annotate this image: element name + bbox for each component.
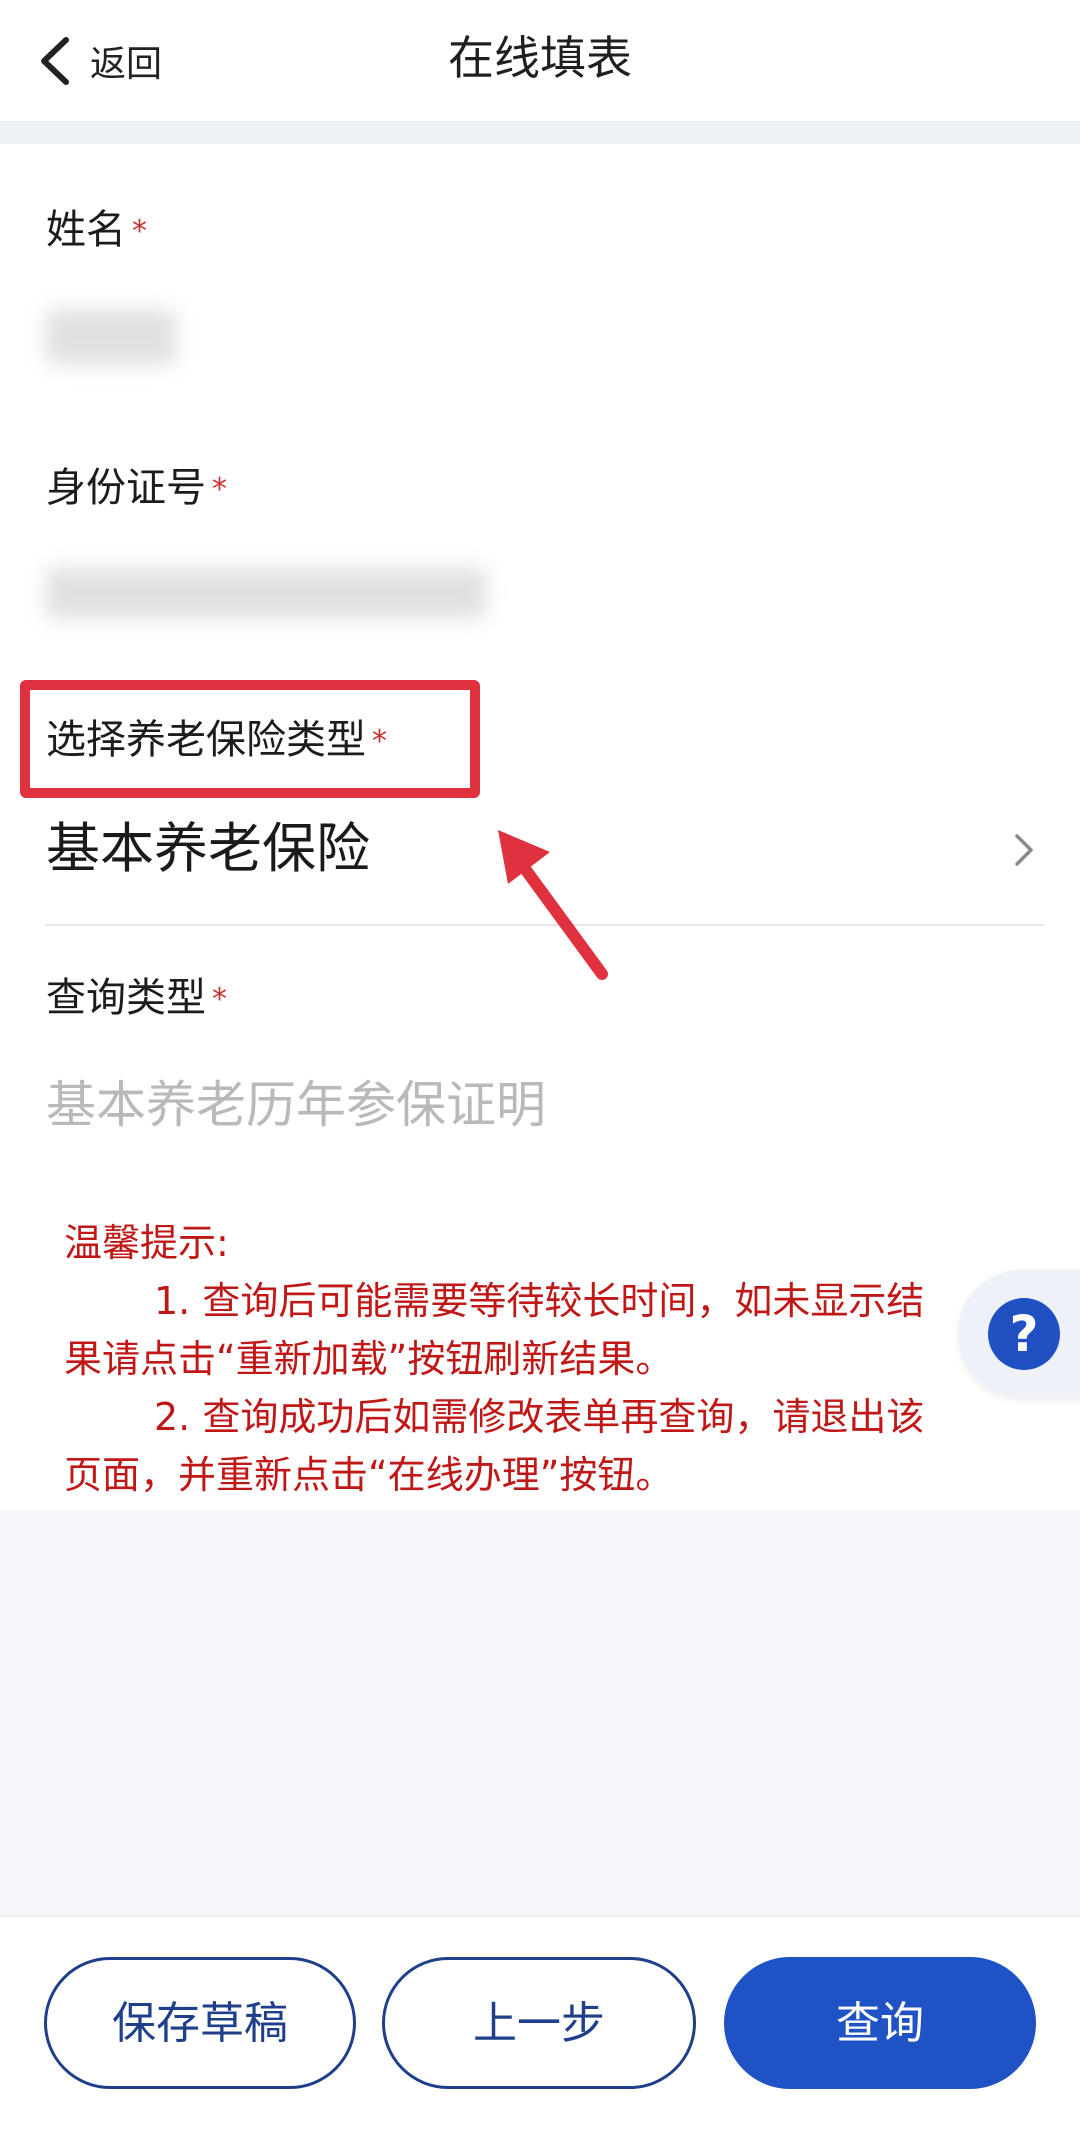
query-button[interactable]: 查询 bbox=[724, 1957, 1036, 2089]
tips-line-1b: 果请点击“重新加载”按钮刷新结果。 bbox=[64, 1337, 674, 1381]
query-type-select[interactable]: 基本养老历年参保证明 bbox=[46, 1070, 1044, 1160]
name-field: 姓名 * bbox=[46, 202, 1044, 462]
required-mark: * bbox=[372, 724, 387, 759]
question-icon: ? bbox=[988, 1298, 1060, 1370]
app-header: 返回 在线填表 bbox=[0, 0, 1080, 122]
tips-line-2b: 页面，并重新点击“在线办理”按钮。 bbox=[64, 1453, 674, 1497]
chevron-right-icon bbox=[1015, 834, 1033, 866]
required-mark: * bbox=[212, 982, 227, 1017]
id-field: 身份证号 * bbox=[46, 460, 1044, 720]
required-mark: * bbox=[212, 472, 227, 507]
page: 返回 在线填表 姓名 * 身份证号 * 选择养老保险类型 * 基本养老保险 查询… bbox=[0, 0, 1080, 2136]
id-label: 身份证号 * bbox=[46, 465, 227, 511]
name-value-redacted[interactable] bbox=[46, 310, 176, 364]
required-mark: * bbox=[132, 214, 147, 249]
tips-heading: 温馨提示: bbox=[64, 1221, 229, 1265]
header-divider-band bbox=[0, 122, 1080, 144]
help-button[interactable]: ? bbox=[958, 1270, 1080, 1398]
id-value-redacted[interactable] bbox=[46, 568, 486, 618]
insurance-type-label: 选择养老保险类型 * bbox=[46, 717, 387, 763]
query-type-placeholder: 基本养老历年参保证明 bbox=[46, 1076, 546, 1134]
red-arrow-icon bbox=[498, 830, 608, 980]
tips-line-1: 1. 查询后可能需要等待较长时间，如未显示结 bbox=[154, 1279, 925, 1323]
insurance-type-label-row: 选择养老保险类型 * bbox=[46, 712, 1044, 792]
tips-block: 温馨提示: 1. 查询后可能需要等待较长时间，如未显示结 果请点击“重新加载”按… bbox=[64, 1214, 1054, 1504]
page-title: 在线填表 bbox=[448, 31, 632, 85]
form-panel: 姓名 * 身份证号 * 选择养老保险类型 * 基本养老保险 查询类型 * 基本养… bbox=[0, 144, 1080, 1510]
prev-step-button[interactable]: 上一步 bbox=[382, 1957, 696, 2089]
save-draft-button[interactable]: 保存草稿 bbox=[44, 1957, 356, 2089]
name-label: 姓名 * bbox=[46, 207, 147, 253]
tips-line-2: 2. 查询成功后如需修改表单再查询，请退出该 bbox=[154, 1395, 925, 1439]
bottom-action-bar: 保存草稿 上一步 查询 bbox=[0, 1916, 1080, 2136]
